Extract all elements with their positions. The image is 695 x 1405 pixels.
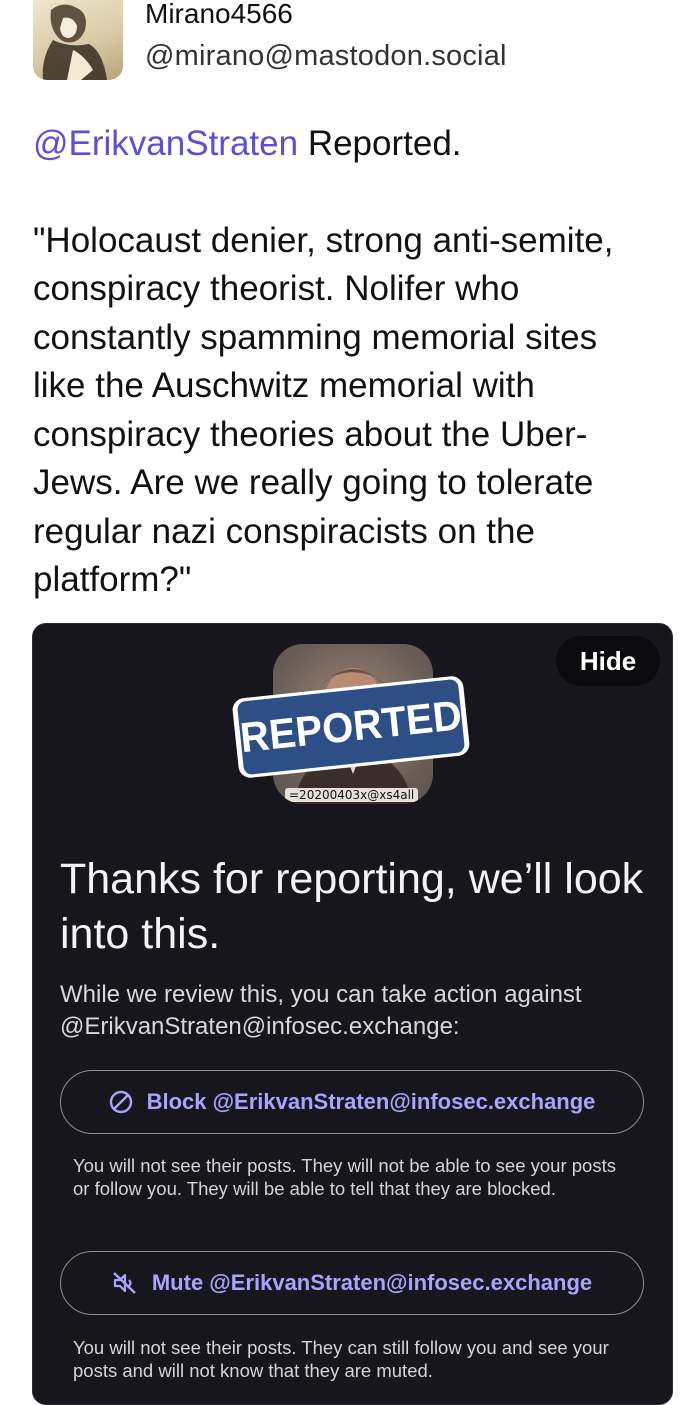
reported-stamp: REPORTED [231, 675, 471, 779]
quote-line: "Holocaust denier, strong anti-semite, [33, 220, 614, 260]
mute-button-label: Mute @ErikvanStraten@infosec.exchange [151, 1270, 593, 1295]
post-lead: @ErikvanStraten Reported. [33, 120, 673, 169]
vintage-illustration-avatar-icon [42, 4, 107, 80]
mention-link[interactable]: @ErikvanStraten [33, 124, 298, 163]
author-handle[interactable]: @mirano@mastodon.social [145, 40, 507, 73]
post-lead-text: Reported. [298, 124, 462, 163]
quoted-report: "Holocaust denier, strong anti-semite, c… [33, 217, 673, 605]
quote-line: platform?" [33, 560, 192, 599]
author-display-name[interactable]: Mirano4566 [145, 0, 293, 30]
quote-line: conspiracy theorist. Nolifer who [33, 269, 520, 308]
block-button-label: Block @ErikvanStraten@infosec.exchange [146, 1089, 596, 1114]
quote-line: like the Auschwitz memorial with [33, 366, 535, 405]
quote-line: Jews. Are we really going to tolerate [33, 463, 594, 502]
quote-line: conspiracy theories about the Uber- [33, 414, 588, 454]
avatar[interactable] [33, 0, 123, 80]
post-body: @ErikvanStraten Reported. "Holocaust den… [33, 120, 673, 605]
block-button[interactable]: Block @ErikvanStraten@infosec.exchange [60, 1070, 644, 1134]
quote-line: constantly spamming memorial sites [33, 317, 598, 357]
mute-description: You will not see their posts. They can s… [73, 1337, 609, 1381]
hide-button[interactable]: Hide [556, 636, 660, 686]
mute-button[interactable]: Mute @ErikvanStraten@infosec.exchange [60, 1251, 644, 1315]
block-description: You will not see their posts. They will … [73, 1155, 616, 1199]
quote-line: regular nazi conspiracists on the [33, 511, 535, 551]
confirmation-description: While we review this, you can take actio… [60, 981, 582, 1040]
thumbnail-caption: =20200403x@xs4all [285, 788, 419, 802]
block-icon [109, 1090, 132, 1114]
volume-off-icon [113, 1272, 136, 1294]
report-confirmation-card: Hide =20200403x@xs4all REPORTED Thanks f… [32, 623, 673, 1405]
confirmation-title: Thanks for reporting, we’ll look into th… [60, 855, 644, 958]
